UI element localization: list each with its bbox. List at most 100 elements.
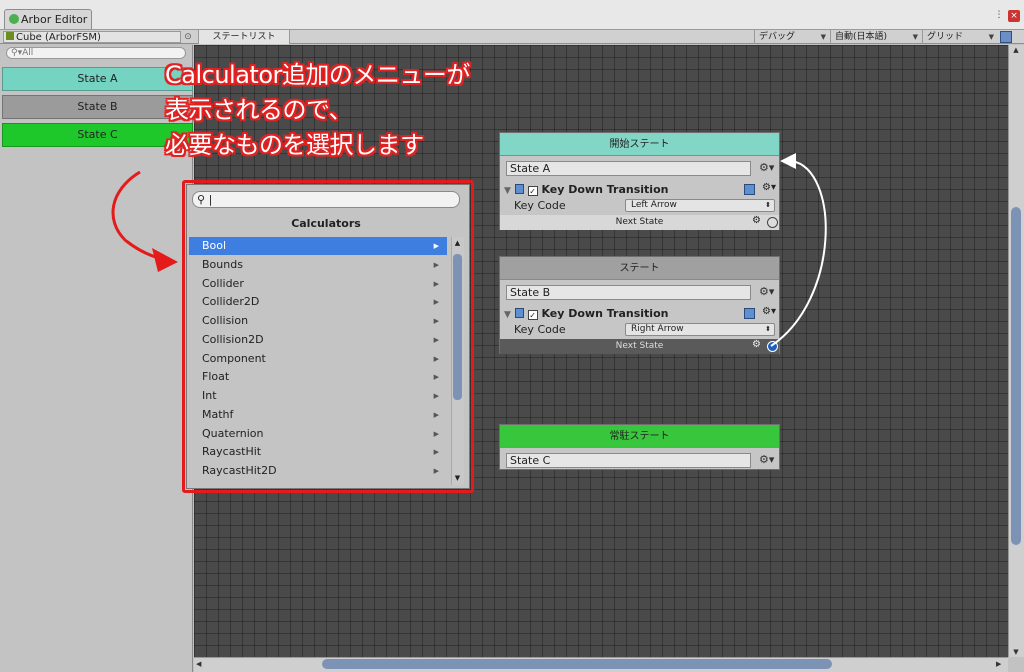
calculator-item-label: RaycastHit2D: [202, 464, 277, 477]
annotation-line-3: 必要なものを選択します: [165, 131, 424, 159]
enabled-checkbox[interactable]: ✓: [527, 310, 538, 320]
gear-icon[interactable]: ⚙: [752, 215, 761, 226]
connection-pin-icon[interactable]: [767, 217, 778, 228]
calculator-item-int[interactable]: Int ▶: [189, 387, 447, 405]
calculator-list: Bool ▶ Bounds ▶ Collider ▶ Collider2D ▶ Coll…: [189, 237, 449, 485]
state-name-field[interactable]: State A: [506, 161, 751, 176]
gear-icon[interactable]: ⚙▾: [762, 182, 776, 193]
calculator-item-float[interactable]: Float ▶: [189, 368, 447, 386]
calculator-item-quaternion[interactable]: Quaternion ▶: [189, 425, 447, 443]
key-code-label: Key Code: [514, 323, 566, 336]
transition-header[interactable]: ▼ ✓ Key Down Transition: [504, 307, 776, 323]
enabled-checkbox[interactable]: ✓: [527, 186, 538, 196]
submenu-arrow-icon: ▶: [433, 336, 439, 344]
help-book-icon[interactable]: [1000, 31, 1012, 43]
updown-arrow-icon: ⬍: [765, 325, 771, 333]
auto-dropdown[interactable]: 自動(日本語) ▼: [830, 30, 922, 44]
next-state-slot[interactable]: Next State: [500, 339, 779, 354]
scroll-up-icon[interactable]: ▲: [1008, 45, 1024, 55]
calculator-item-label: Bounds: [202, 258, 243, 271]
tab-state-list[interactable]: ステートリスト: [198, 30, 290, 44]
state-node-b[interactable]: ステート State B ⚙▾ ▼ ✓ Key Down Transition …: [499, 256, 780, 354]
submenu-arrow-icon: ▶: [433, 261, 439, 269]
fsm-component-icon: [6, 32, 14, 40]
scroll-left-icon[interactable]: ◀: [196, 658, 206, 670]
calculator-item-label: Component: [202, 352, 266, 365]
foldout-arrow-icon[interactable]: ▼: [504, 186, 511, 196]
help-book-icon[interactable]: [744, 184, 755, 195]
help-book-icon[interactable]: [744, 308, 755, 319]
calculator-search-input[interactable]: ⚲ |: [192, 191, 460, 208]
calculator-item-mathf[interactable]: Mathf ▶: [189, 406, 447, 424]
next-state-label: Next State: [615, 217, 664, 227]
scroll-down-icon[interactable]: ▼: [451, 472, 464, 484]
gear-icon[interactable]: ⚙▾: [759, 161, 774, 174]
key-code-dropdown[interactable]: Left Arrow ⬍: [625, 199, 775, 212]
debug-dropdown-label: デバッグ: [759, 32, 796, 42]
submenu-arrow-icon: ▶: [433, 242, 439, 250]
state-node-header[interactable]: 常駐ステート: [500, 425, 779, 448]
fsm-selector[interactable]: Cube (ArborFSM): [3, 31, 181, 43]
dropdown-arrow-icon: ▼: [912, 33, 918, 41]
transition-header[interactable]: ▼ ✓ Key Down Transition: [504, 183, 776, 199]
gear-icon[interactable]: ⚙▾: [759, 453, 774, 466]
state-name-field[interactable]: State C: [506, 453, 751, 468]
key-code-label: Key Code: [514, 199, 566, 212]
state-search-placeholder: All: [22, 48, 34, 58]
vertical-scrollbar-thumb[interactable]: [1011, 207, 1021, 545]
dropdown-arrow-icon: ▼: [820, 33, 826, 41]
calculator-item-bounds[interactable]: Bounds ▶: [189, 256, 447, 274]
window-close-icon[interactable]: ×: [1008, 10, 1020, 22]
state-node-header[interactable]: ステート: [500, 257, 779, 280]
window-title-bar: [0, 0, 1024, 30]
scroll-right-icon[interactable]: ▶: [996, 658, 1006, 670]
next-state-label: Next State: [615, 341, 664, 351]
target-icon[interactable]: ⊙: [183, 31, 193, 43]
key-code-dropdown[interactable]: Right Arrow ⬍: [625, 323, 775, 336]
calculator-item-label: Int: [202, 389, 217, 402]
calculator-item-raycasthit[interactable]: RaycastHit ▶: [189, 443, 447, 461]
calculator-item-label: Collider: [202, 277, 244, 290]
key-code-value: Right Arrow: [631, 324, 684, 334]
gear-icon[interactable]: ⚙▾: [762, 306, 776, 317]
calculator-item-label: Float: [202, 370, 230, 383]
calculator-item-collision[interactable]: Collision ▶: [189, 312, 447, 330]
annotation-callout: Calculator追加のメニューが 表示されるので、 必要なものを選択します: [165, 58, 565, 163]
debug-dropdown[interactable]: デバッグ ▼: [754, 30, 830, 44]
gear-icon[interactable]: ⚙▾: [759, 285, 774, 298]
horizontal-scrollbar-thumb[interactable]: [322, 659, 832, 669]
calculator-item-raycasthit2d[interactable]: RaycastHit2D ▶: [189, 462, 447, 480]
foldout-arrow-icon[interactable]: ▼: [504, 310, 511, 320]
submenu-arrow-icon: ▶: [433, 373, 439, 381]
calculator-item-label: Quaternion: [202, 427, 264, 440]
state-name-field[interactable]: State B: [506, 285, 751, 300]
gear-icon[interactable]: ⚙: [752, 339, 761, 350]
calculator-item-label: Bool: [202, 239, 227, 252]
state-search-input[interactable]: ⚲▾All: [6, 47, 186, 59]
submenu-arrow-icon: ▶: [433, 411, 439, 419]
calculator-item-bool[interactable]: Bool ▶: [189, 237, 447, 255]
calculator-item-collider[interactable]: Collider ▶: [189, 275, 447, 293]
calculator-list-scrollbar-thumb[interactable]: [453, 254, 462, 400]
calculator-item-collision2d[interactable]: Collision2D ▶: [189, 331, 447, 349]
window-menu-icon[interactable]: ⋮: [994, 10, 1004, 20]
calculator-item-component[interactable]: Component ▶: [189, 350, 447, 368]
calculator-item-label: RaycastHit: [202, 445, 262, 458]
scroll-up-icon[interactable]: ▲: [451, 237, 464, 249]
calculator-item-label: Collision2D: [202, 333, 264, 346]
grid-dropdown[interactable]: グリッド ▼: [922, 30, 998, 44]
calculator-item-label: Collider2D: [202, 295, 260, 308]
calculators-title: Calculators: [291, 217, 361, 230]
auto-dropdown-label: 自動(日本語): [835, 32, 888, 42]
connection-pin-icon[interactable]: [767, 341, 778, 352]
window-tab-title: Arbor Editor: [21, 13, 88, 26]
editor-window-tab[interactable]: Arbor Editor: [4, 9, 92, 29]
scroll-down-icon[interactable]: ▼: [1008, 647, 1024, 657]
dropdown-arrow-icon: ▼: [988, 33, 994, 41]
next-state-slot[interactable]: Next State: [500, 215, 779, 230]
search-icon: ⚲: [197, 193, 206, 206]
submenu-arrow-icon: ▶: [433, 298, 439, 306]
submenu-arrow-icon: ▶: [433, 467, 439, 475]
calculator-item-collider2d[interactable]: Collider2D ▶: [189, 293, 447, 311]
state-node-c[interactable]: 常駐ステート State C ⚙▾: [499, 424, 780, 470]
